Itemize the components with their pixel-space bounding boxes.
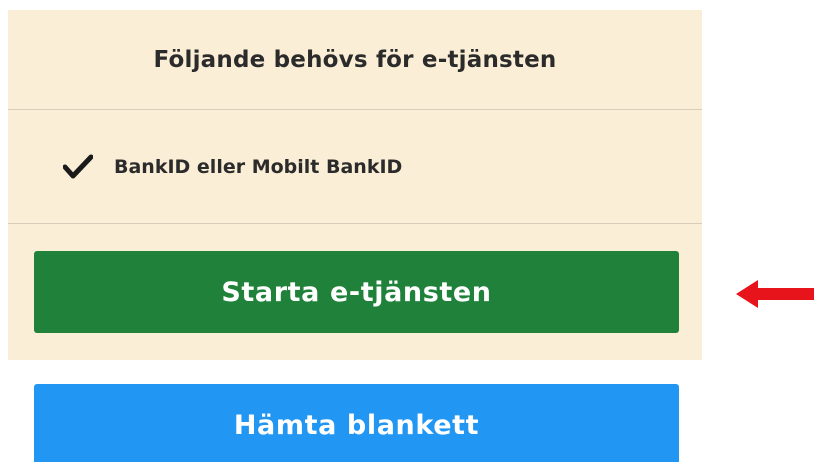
page: Följande behövs för e-tjänsten BankID el… xyxy=(0,0,814,462)
requirements-panel: Följande behövs för e-tjänsten BankID el… xyxy=(8,10,702,360)
requirement-label: BankID eller Mobilt BankID xyxy=(114,156,403,178)
panel-header: Följande behövs för e-tjänsten xyxy=(8,10,702,110)
panel-title: Följande behövs för e-tjänsten xyxy=(153,46,557,73)
requirement-item: BankID eller Mobilt BankID xyxy=(8,110,702,224)
fetch-form-label: Hämta blankett xyxy=(233,410,480,441)
start-e-service-button[interactable]: Starta e-tjänsten xyxy=(34,251,679,333)
checkmark-icon xyxy=(63,154,93,179)
red-arrow-left-icon xyxy=(736,280,814,308)
fetch-form-button[interactable]: Hämta blankett xyxy=(34,384,679,462)
